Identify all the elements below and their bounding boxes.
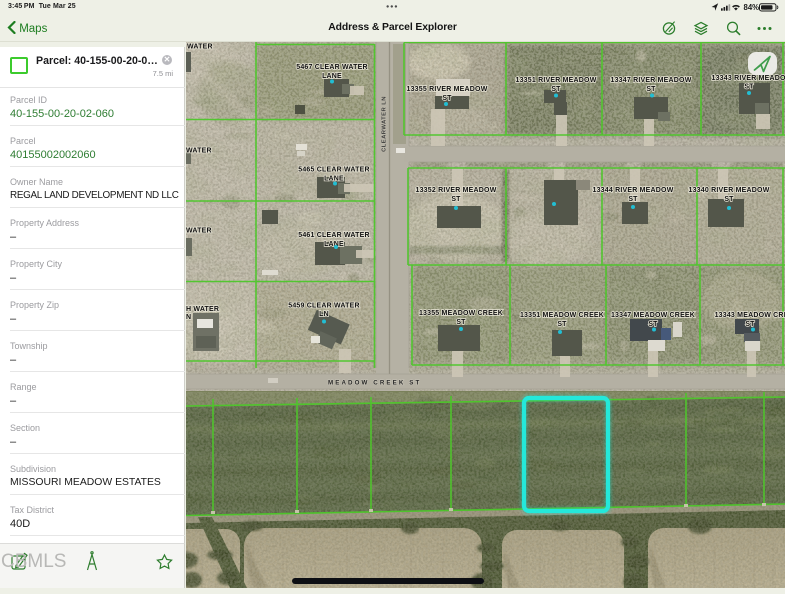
- svg-text:13340 RIVER MEADOW: 13340 RIVER MEADOW: [688, 187, 769, 194]
- svg-text:WATER: WATER: [186, 148, 212, 155]
- svg-text:ST: ST: [557, 321, 567, 328]
- svg-text:WATER: WATER: [187, 44, 213, 51]
- svg-text:5465 CLEAR WATER: 5465 CLEAR WATER: [298, 167, 370, 174]
- svg-text:13351 RIVER MEADOW: 13351 RIVER MEADOW: [515, 77, 596, 84]
- svg-text:LANE: LANE: [324, 176, 344, 183]
- svg-text:84%: 84%: [744, 3, 760, 12]
- svg-text:5467 CLEAR WATER: 5467 CLEAR WATER: [296, 64, 368, 71]
- svg-text:13355 MEADOW CREEK: 13355 MEADOW CREEK: [419, 310, 503, 317]
- svg-text:13355 RIVER MEADOW: 13355 RIVER MEADOW: [406, 86, 487, 93]
- svg-text:5459 CLEAR WATER: 5459 CLEAR WATER: [288, 303, 360, 310]
- svg-text:N: N: [186, 314, 191, 321]
- svg-text:LN: LN: [319, 311, 329, 318]
- svg-text:ST: ST: [628, 196, 638, 203]
- svg-text:ST: ST: [745, 321, 755, 328]
- svg-text:13343 RIVER MEADOW: 13343 RIVER MEADOW: [711, 75, 785, 82]
- svg-text:5461 CLEAR WATER: 5461 CLEAR WATER: [298, 232, 370, 239]
- svg-text:ST: ST: [646, 86, 656, 93]
- svg-text:LANE: LANE: [322, 73, 342, 80]
- svg-text:MEADOW CREEK ST: MEADOW CREEK ST: [328, 380, 421, 387]
- svg-text:ST: ST: [724, 196, 734, 203]
- svg-text:CLEARWATER LN: CLEARWATER LN: [382, 96, 388, 152]
- svg-text:13351 MEADOW CREEK: 13351 MEADOW CREEK: [520, 312, 604, 319]
- svg-text:WATER: WATER: [186, 228, 212, 235]
- svg-text:13347 RIVER MEADOW: 13347 RIVER MEADOW: [610, 77, 691, 84]
- svg-text:ST: ST: [744, 84, 754, 91]
- svg-text:ST: ST: [648, 321, 658, 328]
- svg-text:ST: ST: [442, 95, 452, 102]
- svg-text:H WATER: H WATER: [186, 306, 219, 313]
- svg-text:13344 RIVER MEADOW: 13344 RIVER MEADOW: [592, 187, 673, 194]
- svg-text:ST: ST: [551, 86, 561, 93]
- svg-text:13343 MEADOW CREE: 13343 MEADOW CREE: [715, 312, 785, 319]
- svg-text:ST: ST: [451, 196, 461, 203]
- svg-text:13352 RIVER MEADOW: 13352 RIVER MEADOW: [415, 187, 496, 194]
- svg-text:13347 MEADOW CREEK: 13347 MEADOW CREEK: [611, 312, 695, 319]
- svg-text:ST: ST: [456, 319, 466, 326]
